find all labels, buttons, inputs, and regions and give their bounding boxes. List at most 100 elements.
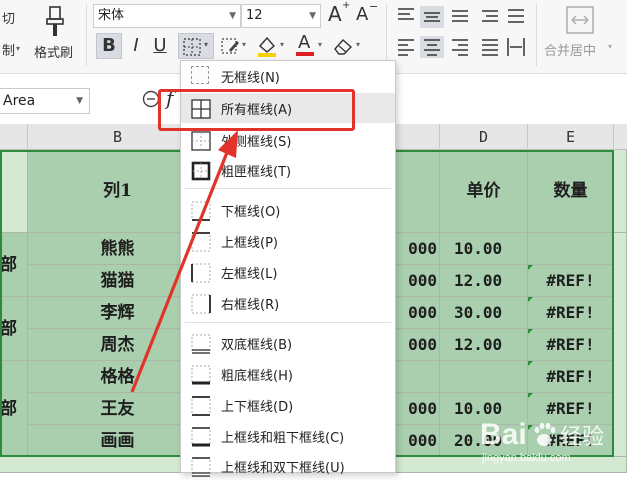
chevron-down-icon: ▾ [204,40,209,49]
chevron-down-icon: ▼ [76,96,83,106]
menu-divider [185,322,391,323]
paw-logo-icon: Bai 经验 [480,418,604,451]
cut-button[interactable]: 切 [2,8,15,27]
top-double-bottom-border-icon [191,457,211,477]
menu-item-thick-box-border[interactable]: 粗匣框线(T) [181,155,395,185]
merge-center-label: 合并居中 [544,44,597,59]
menu-item-top-bottom-border[interactable]: 上下框线(D) [181,390,395,420]
name-box[interactable]: Area ▼ [0,88,90,114]
error-indicator-icon [528,297,533,302]
chevron-down-icon: ▼ [229,11,236,21]
font-name-select[interactable]: 宋体 ▼ [93,4,241,28]
menu-item-double-bottom-border[interactable]: 双底框线(B) [181,328,395,358]
paste-button[interactable]: 制 [2,40,15,59]
merge-center-button[interactable]: 合并居中 ▾ [540,4,620,68]
price-cell[interactable]: 12.00 [440,329,528,361]
format-painter-label: 格式刷 [34,46,74,61]
menu-item-no-border[interactable]: 无框线(N) [181,61,395,91]
outside-borders-icon [191,131,211,151]
underline-button[interactable]: U [150,34,170,58]
fill-color-icon[interactable] [256,34,278,58]
table-header-cell[interactable]: 数量 [528,150,614,233]
shrink-font-button[interactable]: A [356,4,368,25]
font-size-value: 12 [246,8,263,23]
chevron-down-icon[interactable]: ▾ [242,40,246,49]
menu-item-bottom-border[interactable]: 下框线(O) [181,195,395,225]
table-header-cell[interactable]: 单价 [440,150,528,233]
column-header-e[interactable]: E [528,124,614,150]
quantity-cell[interactable]: #REF! [528,265,614,297]
menu-item-top-double-bottom-border[interactable]: 上框线和双下框线(U) [181,451,395,481]
horizontal-alignment-group[interactable] [394,36,530,58]
quantity-cell[interactable]: #REF! [528,329,614,361]
merge-cells-icon [566,6,594,34]
left-border-icon [191,263,211,283]
grow-font-button[interactable]: A [328,2,342,26]
table-header-cell[interactable] [396,150,440,233]
amount-cell[interactable]: 000 [396,425,440,457]
double-bottom-border-icon [191,334,211,354]
error-indicator-icon [528,265,533,270]
dept-cell[interactable]: 部 [0,233,28,297]
menu-item-left-border[interactable]: 左框线(L) [181,257,395,287]
quantity-cell[interactable]: #REF! [528,361,614,393]
font-color-button[interactable]: A [294,30,316,58]
menu-item-right-border[interactable]: 右框线(R) [181,288,395,318]
annotation-highlight-box [158,89,355,131]
name-box-value: Area [3,93,36,109]
bold-button[interactable]: B [96,33,122,59]
bottom-border-icon [191,201,211,221]
column-header-a[interactable] [0,124,28,150]
error-indicator-icon [528,329,533,334]
column-header-c[interactable] [396,124,440,150]
paste-dropdown-icon[interactable]: ▾ [16,44,20,53]
price-cell[interactable]: 10.00 [440,233,528,265]
chevron-down-icon[interactable]: ▾ [356,40,360,49]
menu-item-top-border[interactable]: 上框线(P) [181,226,395,256]
format-painter-button[interactable]: 格式刷 [34,4,78,70]
svg-text:Bai: Bai [480,418,527,451]
font-size-select[interactable]: 12 ▼ [241,4,321,28]
thick-box-border-icon [191,161,211,181]
borders-button[interactable]: ▾ [178,33,214,59]
amount-cell[interactable] [396,361,440,393]
chevron-down-icon: ▼ [309,11,316,21]
amount-cell[interactable]: 000 [396,329,440,361]
price-cell[interactable]: 12.00 [440,265,528,297]
table-cell[interactable] [614,150,627,233]
amount-cell[interactable]: 000 [396,393,440,425]
italic-button[interactable]: I [126,34,146,58]
ribbon-divider [386,4,387,66]
amount-cell[interactable]: 000 [396,233,440,265]
error-indicator-icon [528,361,533,366]
borders-icon [183,38,201,56]
price-cell[interactable] [440,361,528,393]
draw-border-icon[interactable] [220,36,240,56]
minus-icon: − [369,0,379,13]
watermark-url: jingyan.baidu.com [482,452,571,464]
column-header-f[interactable] [614,124,627,150]
vertical-alignment-group[interactable] [394,6,530,28]
column-header-d[interactable]: D [440,124,528,150]
top-bottom-border-icon [191,396,211,416]
chevron-down-icon: ▾ [608,42,613,51]
amount-cell[interactable]: 000 [396,297,440,329]
chevron-down-icon[interactable]: ▾ [318,40,322,49]
dept-cell[interactable]: 部 [0,297,28,361]
amount-cell[interactable]: 000 [396,265,440,297]
no-border-icon [191,66,209,84]
price-cell[interactable]: 30.00 [440,297,528,329]
quantity-cell[interactable]: #REF! [528,297,614,329]
chevron-down-icon[interactable]: ▾ [280,40,284,49]
top-thick-bottom-border-icon [191,427,211,447]
menu-item-thick-bottom-border[interactable]: 粗底框线(H) [181,359,395,389]
font-color-swatch [296,52,314,56]
quantity-cell[interactable] [528,233,614,265]
eraser-icon[interactable] [332,36,354,56]
menu-item-top-thick-bottom-border[interactable]: 上框线和粗下框线(C) [181,421,395,451]
plus-icon: + [342,0,351,11]
dept-cell[interactable]: 部 [0,361,28,457]
table-cell[interactable] [0,150,28,233]
right-border-icon [191,294,211,314]
top-border-icon [191,232,211,252]
